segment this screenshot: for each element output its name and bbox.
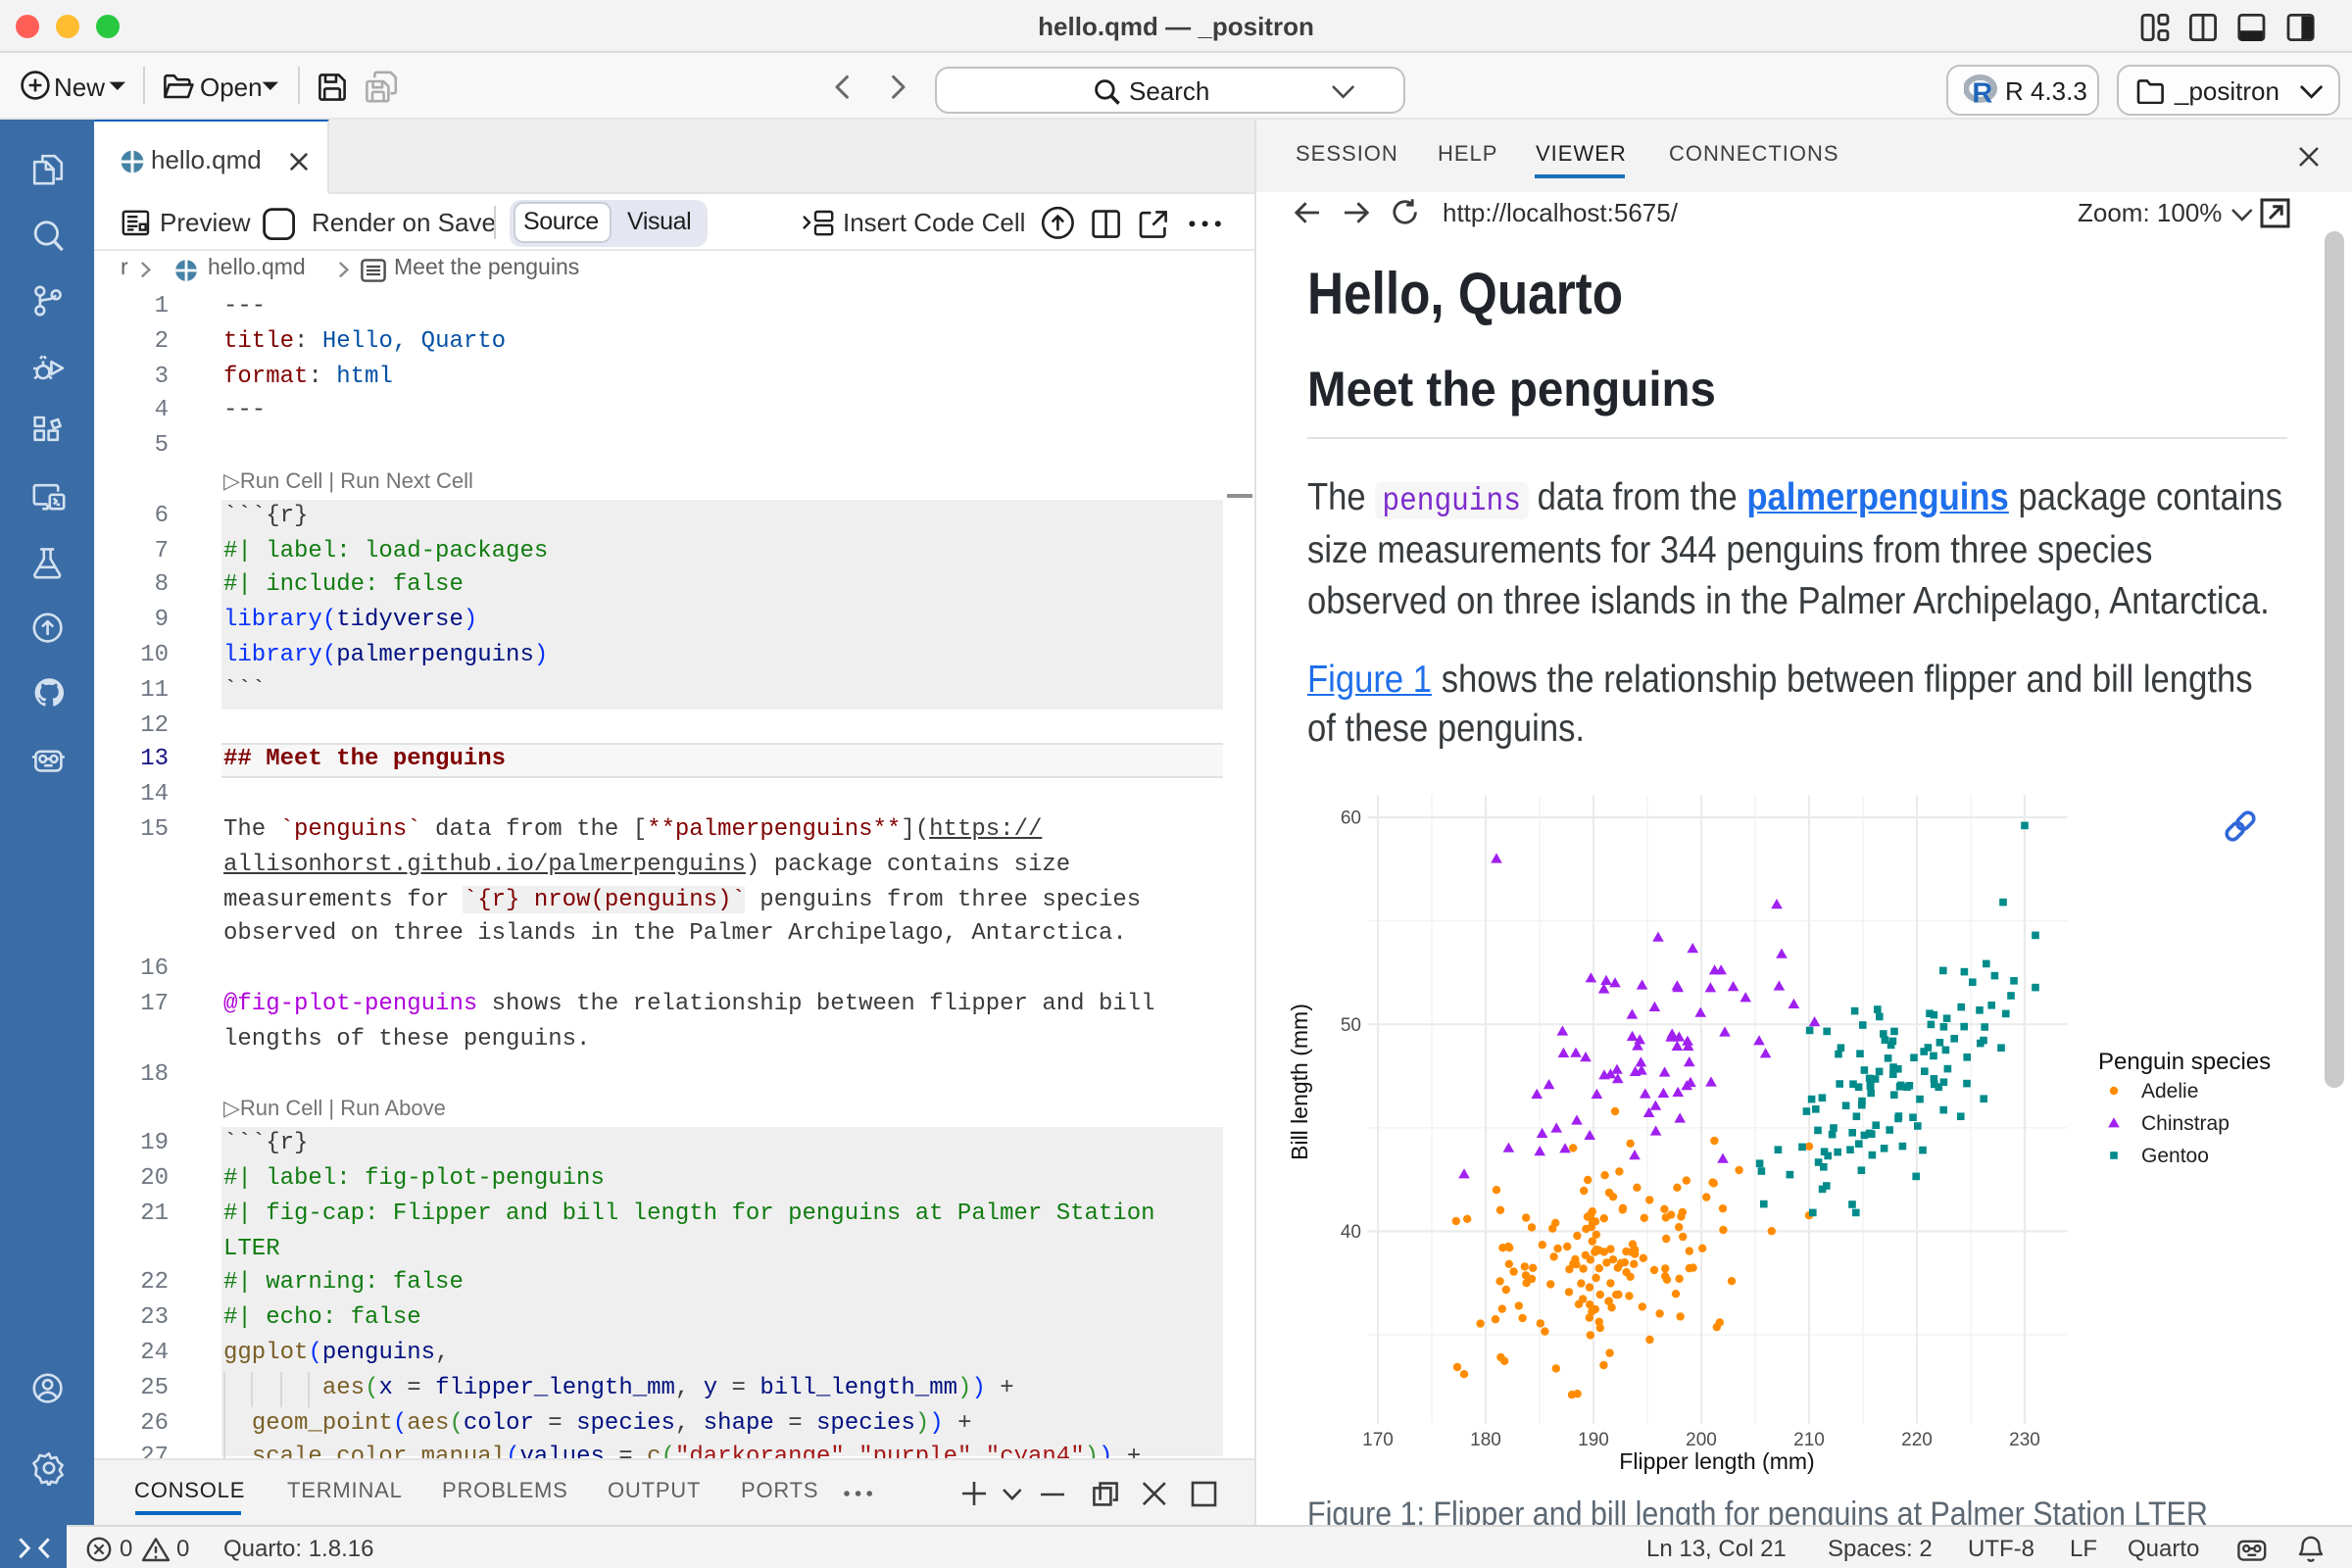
svg-text:170: 170 — [1362, 1430, 1394, 1450]
svg-text:R: R — [1972, 77, 1992, 106]
svg-text:Chinstrap: Chinstrap — [2141, 1112, 2230, 1135]
svg-text:Bill length (mm): Bill length (mm) — [1287, 1004, 1312, 1160]
svg-text:Penguin species: Penguin species — [2098, 1049, 2271, 1075]
svg-text:50: 50 — [1341, 1015, 1361, 1036]
svg-text:200: 200 — [1686, 1430, 1717, 1450]
svg-text:180: 180 — [1470, 1430, 1501, 1450]
svg-text:210: 210 — [1793, 1430, 1825, 1450]
svg-text:220: 220 — [1901, 1430, 1933, 1450]
svg-text:Adelie: Adelie — [2141, 1080, 2198, 1102]
svg-text:Gentoo: Gentoo — [2141, 1145, 2209, 1167]
svg-text:Flipper length (mm): Flipper length (mm) — [1619, 1448, 1814, 1474]
svg-text:60: 60 — [1341, 808, 1361, 829]
svg-text:40: 40 — [1341, 1222, 1361, 1243]
svg-text:190: 190 — [1578, 1430, 1609, 1450]
svg-text:230: 230 — [2009, 1430, 2040, 1450]
